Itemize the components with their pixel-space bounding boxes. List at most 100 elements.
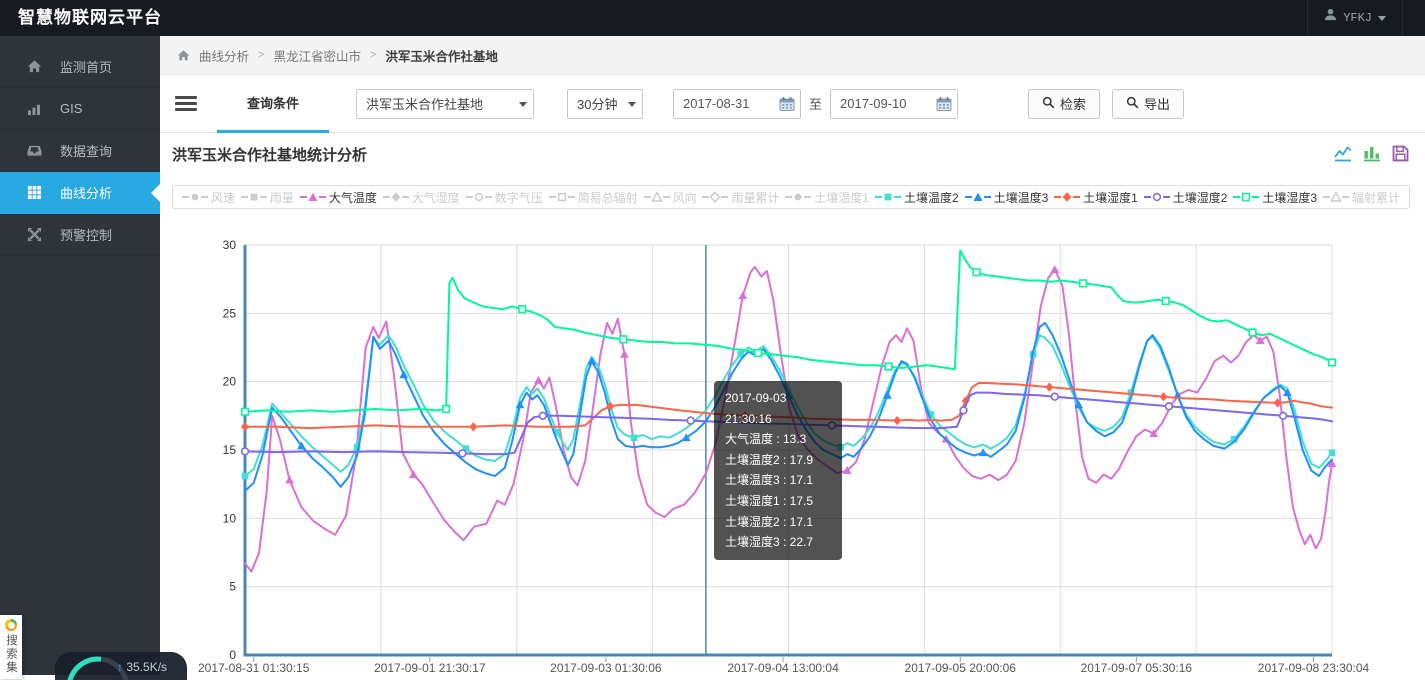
- date-range-to-label: 至: [809, 94, 822, 113]
- breadcrumb-item[interactable]: 黑龙江省密山市: [273, 46, 361, 65]
- legend-item-土壤温度2[interactable]: 土壤温度2: [875, 189, 959, 206]
- search-button[interactable]: 检索: [1028, 89, 1100, 119]
- calendar-icon[interactable]: [936, 96, 952, 115]
- legend-item-数字气压[interactable]: 数字气压: [466, 189, 543, 206]
- legend-item-label: 土壤温度3: [994, 189, 1049, 206]
- line-chart[interactable]: 2017-08-31 01:30:15 2017-09-01 21:30:17 20…: [165, 235, 1420, 675]
- export-button[interactable]: 导出: [1112, 89, 1184, 119]
- legend-marker-icon: [549, 191, 575, 203]
- date-from-input[interactable]: 2017-08-31: [673, 89, 801, 119]
- main-content: 洪军玉米合作社基地统计分析 风速 雨量 大气温度 大气湿度 数字气压 简易总辐射 风向雨量累…: [160, 133, 1425, 675]
- user-name: YFKJ: [1343, 0, 1372, 36]
- date-to-input[interactable]: 2017-09-10: [830, 89, 958, 119]
- menu-toggle-button[interactable]: [175, 96, 197, 111]
- sidebar-item-监测首页[interactable]: 监测首页: [0, 46, 160, 88]
- legend-item-label: 风速: [211, 189, 235, 206]
- legend-marker-icon: [241, 191, 267, 203]
- svg-text:2017-09-01 21:30:17: 2017-09-01 21:30:17: [374, 661, 486, 675]
- search-button-label: 检索: [1060, 94, 1086, 113]
- sidebar-item-数据查询[interactable]: 数据查询: [0, 130, 160, 172]
- legend-item-雨量[interactable]: 雨量: [241, 189, 294, 206]
- legend-item-大气湿度[interactable]: 大气湿度: [383, 189, 460, 206]
- user-menu[interactable]: YFKJ: [1307, 0, 1403, 36]
- chevron-down-icon: [1378, 16, 1386, 21]
- search-widget-logo-icon: [5, 619, 17, 631]
- breadcrumb-item[interactable]: 曲线分析: [199, 46, 249, 65]
- sidebar-item-label: 数据查询: [60, 141, 112, 160]
- alert-control-icon: [27, 227, 42, 242]
- sidebar-item-label: 监测首页: [60, 57, 112, 76]
- svg-text:25: 25: [223, 306, 237, 320]
- legend-item-label: 土壤湿度3: [1262, 189, 1317, 206]
- legend-item-土壤温度1[interactable]: 土壤温度1: [785, 189, 869, 206]
- legend-marker-icon: [702, 191, 728, 203]
- sidebar-item-label: 预警控制: [60, 225, 112, 244]
- legend-item-label: 土壤湿度1: [1083, 189, 1138, 206]
- legend-item-雨量累计[interactable]: 雨量累计: [702, 189, 779, 206]
- sidebar-item-预警控制[interactable]: 预警控制: [0, 214, 160, 256]
- legend-item-label: 辐射累计: [1352, 189, 1400, 206]
- legend-item-辐射累计[interactable]: 辐射累计: [1323, 189, 1400, 206]
- legend-item-label: 土壤湿度2: [1173, 189, 1228, 206]
- svg-text:2017-09-03 01:30:06: 2017-09-03 01:30:06: [550, 661, 662, 675]
- page-title: 洪军玉米合作社基地统计分析: [172, 144, 367, 165]
- site-select[interactable]: 洪军玉米合作社基地: [356, 89, 534, 119]
- chart-legend: 风速 雨量 大气温度 大气湿度 数字气压 简易总辐射 风向雨量累计土壤温度1 土壤温度2 土壤温…: [172, 185, 1410, 209]
- sidebar-item-曲线分析[interactable]: 曲线分析: [0, 172, 160, 214]
- chart-toolbox: [1334, 145, 1409, 162]
- svg-text:5: 5: [229, 580, 236, 594]
- app-title: 智慧物联网云平台: [18, 0, 162, 36]
- svg-text:2017-08-31 01:30:15: 2017-08-31 01:30:15: [198, 661, 310, 675]
- series-markers-大气温度: [285, 265, 1336, 483]
- interval-select[interactable]: 30分钟: [567, 89, 643, 119]
- legend-marker-icon: [1054, 191, 1080, 203]
- legend-item-label: 雨量: [270, 189, 294, 206]
- legend-item-label: 大气湿度: [412, 189, 460, 206]
- site-select-value: 洪军玉米合作社基地: [366, 94, 483, 113]
- legend-item-label: 简易总辐射: [578, 189, 638, 206]
- calendar-icon[interactable]: [779, 96, 795, 115]
- svg-text:2017-09-04 13:00:04: 2017-09-04 13:00:04: [727, 661, 839, 675]
- legend-marker-icon: [1144, 191, 1170, 203]
- legend-item-label: 风向: [673, 189, 697, 206]
- chevron-down-icon: [628, 102, 636, 107]
- search-icon: [1042, 96, 1055, 112]
- interval-select-value: 30分钟: [577, 94, 617, 113]
- legend-item-土壤湿度2[interactable]: 土壤湿度2: [1144, 189, 1228, 206]
- curve-analysis-icon: [27, 185, 42, 200]
- app-header: 智慧物联网云平台 YFKJ: [0, 0, 1425, 36]
- search-widget-label: 搜索集: [3, 634, 19, 675]
- bar-chart-icon[interactable]: [1363, 145, 1381, 162]
- legend-marker-icon: [1323, 191, 1349, 203]
- save-image-icon[interactable]: [1392, 145, 1409, 162]
- tab-query-conditions[interactable]: 查询条件: [217, 75, 329, 133]
- svg-text:0: 0: [229, 648, 236, 662]
- legend-item-大气温度[interactable]: 大气温度: [300, 189, 377, 206]
- legend-item-土壤温度3[interactable]: 土壤温度3: [965, 189, 1049, 206]
- legend-marker-icon: [182, 191, 208, 203]
- breadcrumb-item[interactable]: 洪军玉米合作社基地: [385, 46, 498, 65]
- svg-text:30: 30: [223, 238, 237, 252]
- network-speed-text: ↑ 35.5K/s: [117, 660, 167, 674]
- legend-marker-icon: [1233, 191, 1259, 203]
- svg-text:2017-09-08 23:30:04: 2017-09-08 23:30:04: [1258, 661, 1370, 675]
- data-query-icon: [27, 143, 42, 158]
- legend-marker-icon: [466, 191, 492, 203]
- svg-text:15: 15: [223, 443, 237, 457]
- sidebar-item-GIS[interactable]: GIS: [0, 88, 160, 130]
- line-chart-icon[interactable]: [1334, 145, 1352, 162]
- legend-item-风速[interactable]: 风速: [182, 189, 235, 206]
- legend-item-风向[interactable]: 风向: [644, 189, 697, 206]
- legend-item-label: 数字气压: [495, 189, 543, 206]
- legend-item-label: 大气温度: [329, 189, 377, 206]
- legend-item-label: 土壤温度2: [904, 189, 959, 206]
- chevron-down-icon: [519, 102, 527, 107]
- search-sidebar-widget[interactable]: 搜索集: [0, 615, 22, 679]
- sidebar-item-label: GIS: [60, 101, 82, 116]
- svg-text:10: 10: [223, 511, 237, 525]
- legend-item-土壤湿度1[interactable]: 土壤湿度1: [1054, 189, 1138, 206]
- breadcrumb-separator: >: [370, 49, 376, 61]
- legend-item-简易总辐射[interactable]: 简易总辐射: [549, 189, 638, 206]
- legend-item-土壤湿度3[interactable]: 土壤湿度3: [1233, 189, 1317, 206]
- breadcrumb: 曲线分析>黑龙江省密山市>洪军玉米合作社基地: [160, 36, 1425, 75]
